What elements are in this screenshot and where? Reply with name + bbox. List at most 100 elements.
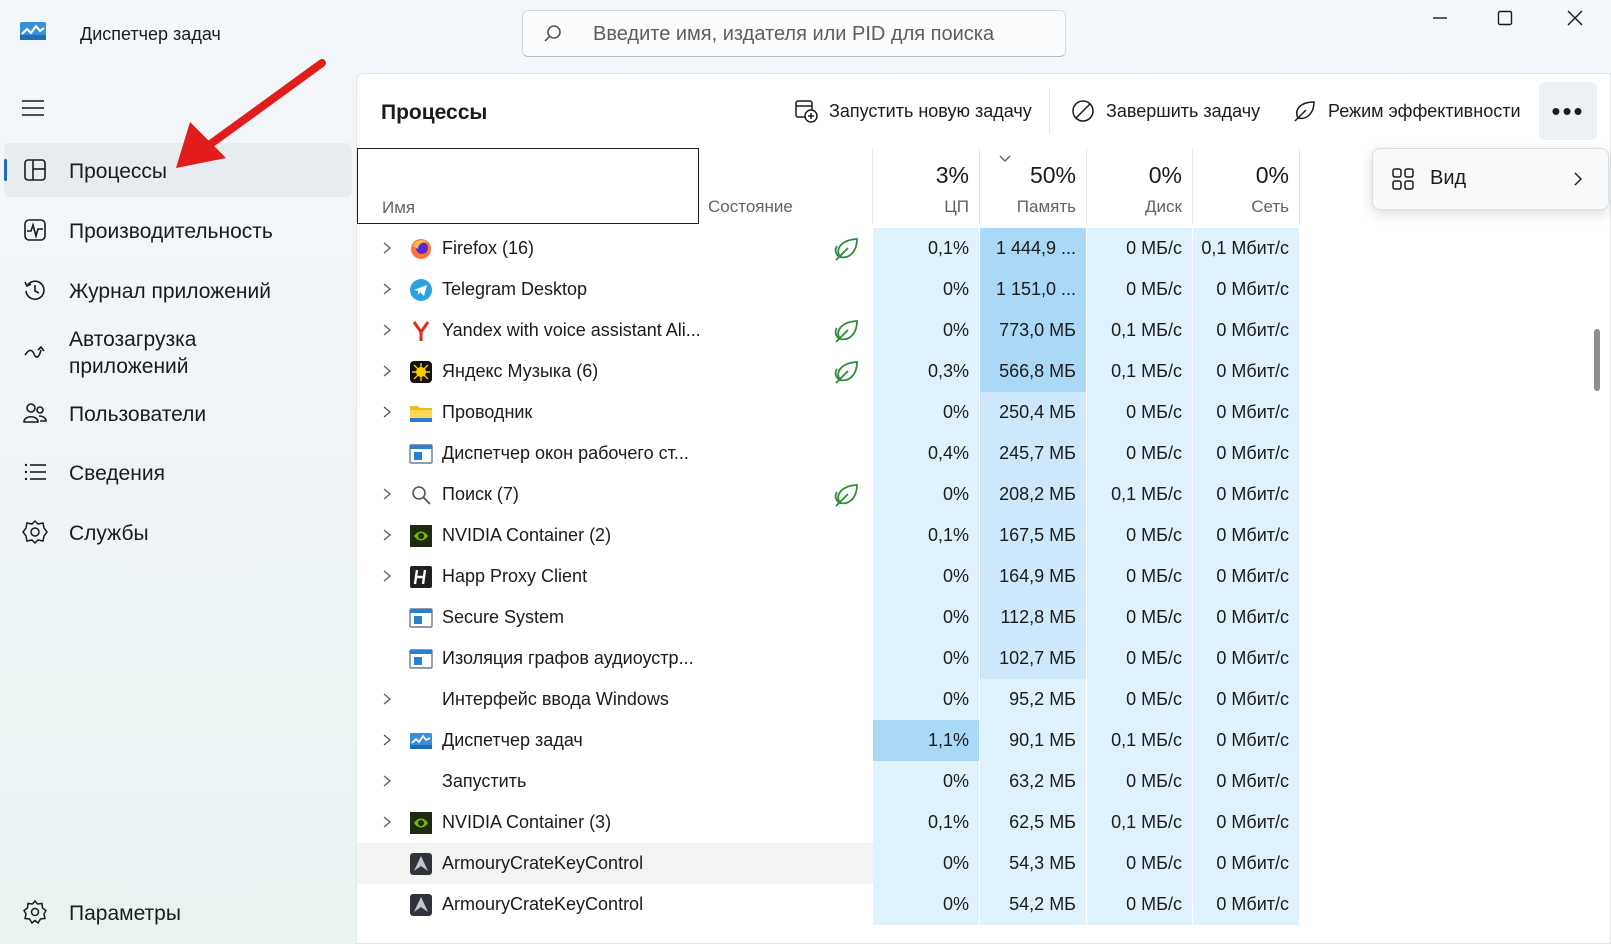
process-mem-value: 102,7 МБ [980, 638, 1087, 679]
process-row[interactable]: NVIDIA Container (2) 0,1% 167,5 МБ 0 МБ/с 0 … [357, 515, 1611, 556]
chevron-right-icon[interactable] [381, 405, 393, 419]
process-cpu-value: 0% [873, 597, 980, 638]
sort-descending-icon [999, 155, 1011, 162]
process-disk-value: 0 МБ/с [1087, 556, 1193, 597]
process-net-value: 0 Мбит/с [1193, 474, 1300, 515]
process-disk-value: 0,1 МБ/с [1087, 802, 1193, 843]
toolbar: Процессы Запустить новую задачу Завершит… [357, 74, 1610, 146]
column-header-network[interactable]: 0% Сеть [1193, 148, 1300, 224]
process-name: Диспетчер задач [442, 730, 583, 750]
process-cpu-value: 0% [873, 269, 980, 310]
process-row[interactable]: Диспетчер задач 1,1% 90,1 МБ 0,1 МБ/с 0 Мбит… [357, 720, 1611, 761]
process-row[interactable]: ArmouryCrateKeyControl 0% 54,2 МБ 0 МБ/с 0 М… [357, 884, 1611, 925]
process-net-value: 0 Мбит/с [1193, 720, 1300, 761]
process-name-cell: Поиск (7) [357, 474, 699, 515]
chevron-right-icon[interactable] [381, 774, 393, 788]
process-row[interactable]: Happ Proxy Client 0% 164,9 МБ 0 МБ/с 0 Мбит/… [357, 556, 1611, 597]
sidebar-item-label: Службы [69, 522, 149, 545]
process-mem-value: 54,2 МБ [980, 884, 1087, 925]
sidebar-item-label: Сведения [69, 462, 165, 485]
chevron-right-icon[interactable] [381, 241, 393, 255]
sidebar-item-services[interactable]: Службы [4, 505, 352, 559]
column-label: Состояние [708, 197, 793, 216]
process-state-cell [699, 761, 873, 802]
chevron-right-icon[interactable] [381, 282, 393, 296]
process-net-value: 0 Мбит/с [1193, 310, 1300, 351]
process-row[interactable]: ArmouryCrateKeyControl 0% 54,3 МБ 0 МБ/с 0 М… [357, 843, 1611, 884]
process-net-value: 0 Мбит/с [1193, 843, 1300, 884]
efficiency-mode-button[interactable]: Режим эффективности [1292, 96, 1521, 126]
process-row[interactable]: Yandex with voice assistant Ali... 0% 773,… [357, 310, 1611, 351]
process-row[interactable]: Telegram Desktop 0% 1 151,0 ... 0 МБ/с 0 Мби… [357, 269, 1611, 310]
search-icon [544, 25, 561, 42]
search-placeholder: Введите имя, издателя или PID для поиска [593, 23, 995, 45]
process-disk-value: 0,1 МБ/с [1087, 720, 1193, 761]
title-bar: Диспетчер задач Введите имя, издателя ил… [0, 0, 1611, 70]
view-menu[interactable]: Вид [1372, 148, 1609, 210]
chevron-right-icon[interactable] [381, 733, 393, 747]
sidebar-item-performance[interactable]: Производительность [4, 203, 352, 257]
process-row[interactable]: Firefox (16) 0,1% 1 444,9 ... 0 МБ/с 0,1 Мби… [357, 228, 1611, 269]
column-header-memory[interactable]: 50% Память [980, 148, 1087, 224]
explorer-folder-icon [410, 406, 432, 422]
column-header-name[interactable]: Имя [357, 148, 699, 224]
chevron-right-icon[interactable] [381, 815, 393, 829]
process-state-cell [699, 679, 873, 720]
process-disk-value: 0 МБ/с [1087, 884, 1193, 925]
process-row[interactable]: Secure System 0% 112,8 МБ 0 МБ/с 0 Мбит/с [357, 597, 1611, 638]
process-row[interactable]: Интерфейс ввода Windows 0% 95,2 МБ 0 МБ/с 0 … [357, 679, 1611, 720]
chevron-right-icon[interactable] [381, 569, 393, 583]
telegram-icon [410, 279, 432, 301]
chevron-right-icon[interactable] [381, 528, 393, 542]
process-name: ArmouryCrateKeyControl [442, 853, 644, 873]
end-task-button[interactable]: Завершить задачу [1070, 96, 1260, 126]
chevron-right-icon[interactable] [381, 692, 393, 706]
process-name-cell: Диспетчер задач [357, 720, 699, 761]
column-header-disk[interactable]: 0% Диск [1087, 148, 1193, 224]
sidebar-item-startup-apps[interactable]: Автозагрузка приложений [4, 322, 352, 384]
process-name: NVIDIA Container (2) [442, 525, 612, 545]
process-name: Яндекс Музыка (6) [442, 361, 599, 381]
more-options-button[interactable]: ••• [1539, 82, 1597, 140]
close-button[interactable] [1540, 0, 1610, 36]
sidebar-item-users[interactable]: Пользователи [4, 386, 352, 440]
process-row[interactable]: Изоляция графов аудиоустр... 0% 102,7 МБ 0 … [357, 638, 1611, 679]
process-row[interactable]: Диспетчер окон рабочего ст... 0,4% 245,7 М… [357, 433, 1611, 474]
chevron-right-icon[interactable] [381, 364, 393, 378]
memory-total: 50% [1029, 162, 1076, 188]
run-new-task-button[interactable]: Запустить новую задачу [793, 96, 1032, 126]
process-name-cell: Telegram Desktop [357, 269, 699, 310]
minimize-button[interactable] [1405, 0, 1475, 36]
column-header-cpu[interactable]: 3% ЦП [873, 148, 980, 224]
process-name: Проводник [442, 402, 533, 422]
chevron-right-icon[interactable] [381, 487, 393, 501]
efficiency-mode-leaf-icon [834, 484, 858, 507]
process-mem-value: 164,9 МБ [980, 556, 1087, 597]
sidebar-item-app-history[interactable]: Журнал приложений [4, 263, 352, 317]
process-disk-value: 0 МБ/с [1087, 679, 1193, 720]
sidebar-item-label: Журнал приложений [69, 280, 271, 303]
chevron-right-icon[interactable] [381, 323, 393, 337]
maximize-button[interactable] [1470, 0, 1540, 36]
view-grid-icon [1392, 168, 1414, 190]
process-row[interactable]: Поиск (7) 0% 208,2 МБ 0,1 МБ/с 0 Мбит/с [357, 474, 1611, 515]
sidebar-item-settings[interactable]: Параметры [4, 885, 352, 939]
efficiency-mode-label: Режим эффективности [1328, 100, 1521, 121]
hamburger-menu-icon[interactable] [20, 98, 46, 118]
column-header-state[interactable]: Состояние [699, 148, 873, 224]
search-process-icon [412, 486, 431, 505]
efficiency-mode-leaf-icon [834, 361, 858, 384]
scrollbar-thumb[interactable] [1594, 329, 1600, 391]
services-icon [22, 519, 48, 545]
sidebar-item-processes[interactable]: Процессы [4, 143, 352, 197]
process-cpu-value: 0% [873, 843, 980, 884]
process-name: NVIDIA Container (3) [442, 812, 612, 832]
sidebar-item-details[interactable]: Сведения [4, 445, 352, 499]
process-row[interactable]: NVIDIA Container (3) 0,1% 62,5 МБ 0,1 МБ/с 0… [357, 802, 1611, 843]
process-row[interactable]: Проводник 0% 250,4 МБ 0 МБ/с 0 Мбит/с [357, 392, 1611, 433]
process-row[interactable]: Запустить 0% 63,2 МБ 0 МБ/с 0 Мбит/с [357, 761, 1611, 802]
process-row[interactable]: Яндекс Музыка (6) 0,3% 566,8 МБ 0,1 МБ/с 0 М… [357, 351, 1611, 392]
process-net-value: 0 Мбит/с [1193, 884, 1300, 925]
search-input[interactable]: Введите имя, издателя или PID для поиска [522, 10, 1066, 57]
process-name-cell: Запустить [357, 761, 699, 802]
